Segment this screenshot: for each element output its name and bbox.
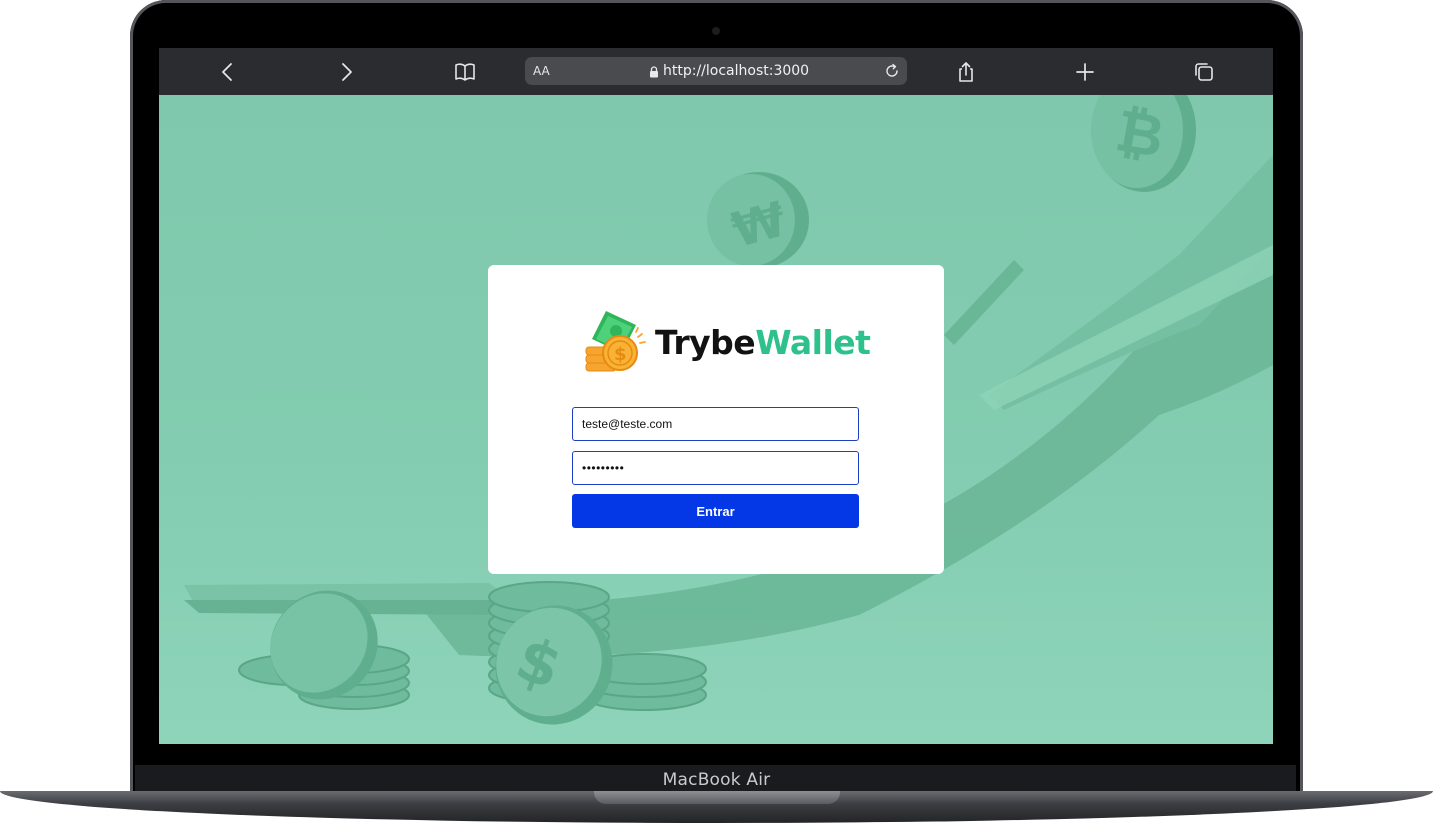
- forward-icon[interactable]: [334, 60, 358, 84]
- device-label: MacBook Air: [662, 770, 771, 790]
- login-card: $ TrybeWallet teste@teste.com ••••••••• …: [488, 265, 944, 574]
- email-field[interactable]: teste@teste.com: [572, 407, 859, 441]
- login-button[interactable]: Entrar: [572, 494, 859, 528]
- back-icon[interactable]: [216, 60, 240, 84]
- svg-text:$: $: [614, 344, 627, 365]
- laptop-notch: [594, 791, 840, 804]
- screen: AA http://localhost:3000 ₩ ₿ $ $ TrybeWa…: [159, 48, 1273, 744]
- logo-text-wallet: Wallet: [755, 323, 871, 362]
- bookmarks-icon[interactable]: [453, 60, 477, 84]
- address-bar[interactable]: AA http://localhost:3000: [525, 57, 907, 85]
- url-text: http://localhost:3000: [663, 63, 810, 79]
- browser-toolbar: AA http://localhost:3000: [159, 48, 1273, 95]
- camera: [712, 27, 720, 35]
- password-field[interactable]: •••••••••: [572, 451, 859, 485]
- reload-icon[interactable]: [883, 62, 901, 85]
- reader-button[interactable]: AA: [533, 64, 550, 78]
- wallet-coins-icon: $: [584, 309, 646, 380]
- app-logo-text: TrybeWallet: [655, 323, 871, 362]
- lock-icon: [649, 65, 659, 83]
- page-background: ₩ ₿ $ $ TrybeWallet teste@teste.com ••••…: [159, 95, 1273, 744]
- new-tab-icon[interactable]: [1073, 60, 1097, 84]
- tabs-icon[interactable]: [1192, 60, 1216, 84]
- logo-text-trybe: Trybe: [655, 323, 756, 362]
- logo: $ TrybeWallet: [584, 309, 871, 375]
- share-icon[interactable]: [954, 60, 978, 84]
